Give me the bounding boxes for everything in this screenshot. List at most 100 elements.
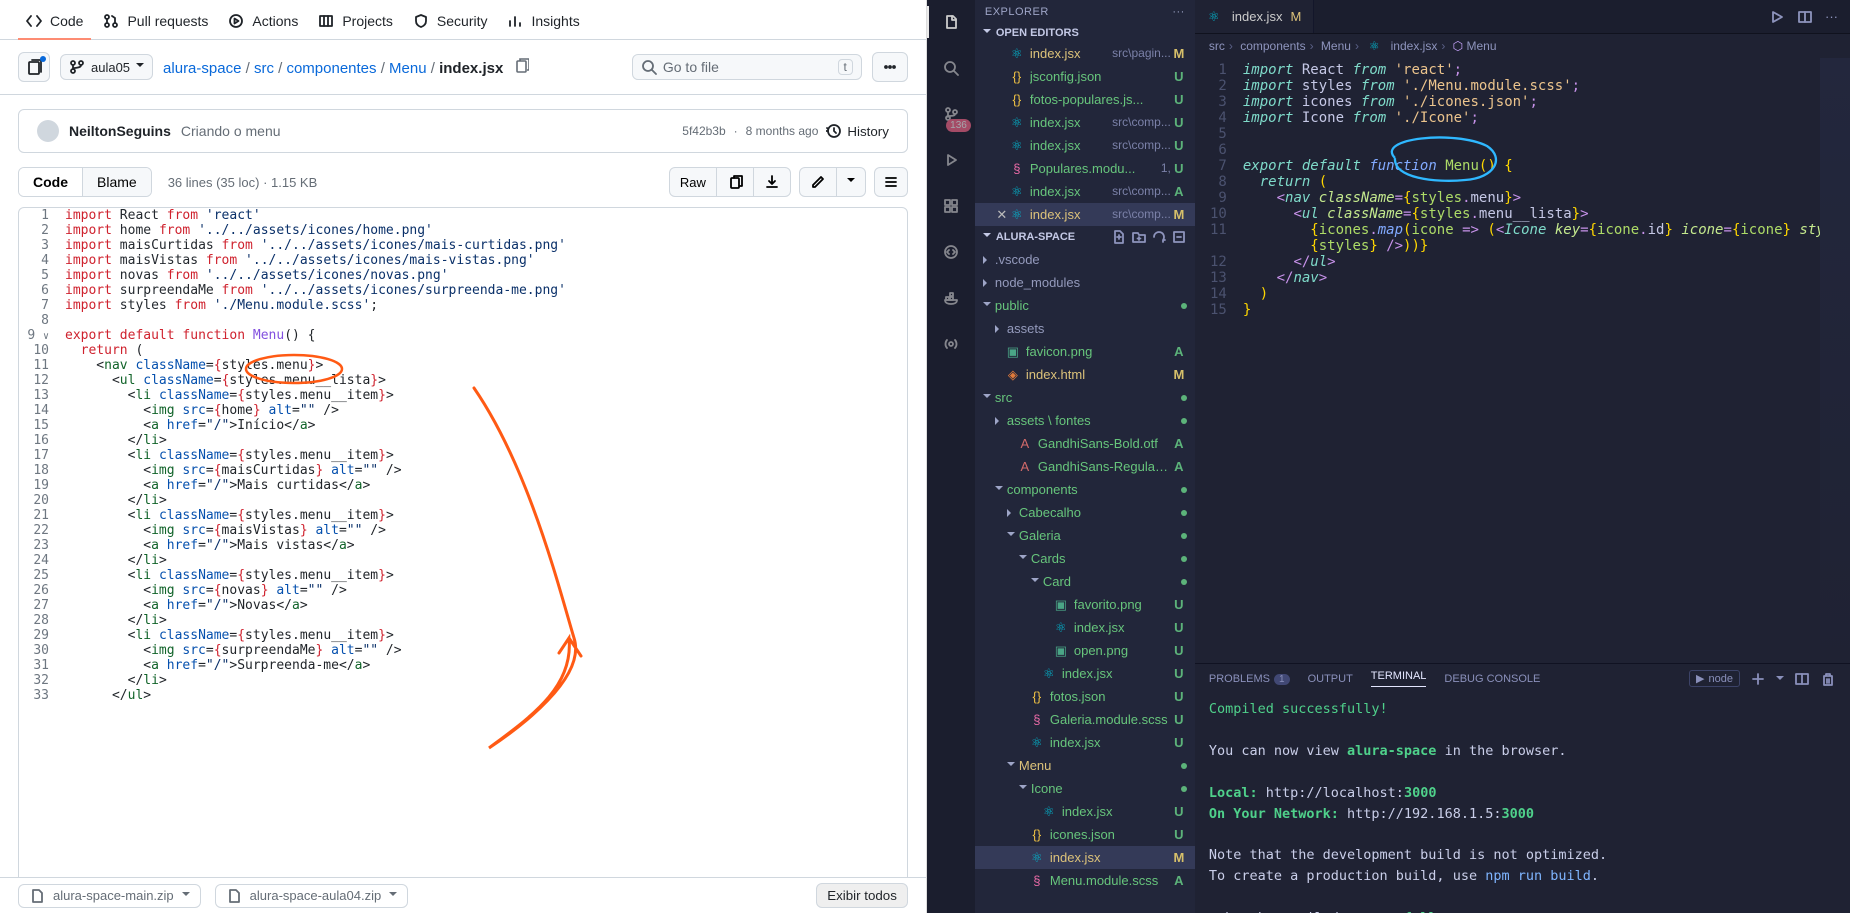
split-icon[interactable] xyxy=(1797,9,1813,25)
new-file-icon[interactable] xyxy=(1111,229,1127,245)
symbols-button[interactable] xyxy=(874,167,908,197)
tree-file[interactable]: ⚛index.jsxU xyxy=(975,731,1195,754)
tree-file[interactable]: ⚛index.jsxU xyxy=(975,800,1195,823)
tree-file[interactable]: AGandhiSans-Regular....A xyxy=(975,455,1195,478)
remote-activity[interactable] xyxy=(937,238,965,266)
breadcrumb-part[interactable]: componentes xyxy=(286,60,376,77)
output-tab[interactable]: OUTPUT xyxy=(1308,673,1353,685)
terminal-output[interactable]: Compiled successfully! You can now view … xyxy=(1195,693,1850,913)
more-button[interactable] xyxy=(872,52,908,82)
run-icon[interactable] xyxy=(1769,9,1785,25)
more-icon[interactable]: ··· xyxy=(1172,6,1185,18)
edit-button[interactable] xyxy=(800,168,836,196)
tree-file[interactable]: ▣favicon.pngA xyxy=(975,340,1195,363)
open-editor-item[interactable]: ⚛index.jsxsrc\comp...U xyxy=(975,111,1195,134)
tree-file[interactable]: ⚛index.jsxU xyxy=(975,616,1195,639)
open-editor-item[interactable]: ⚛index.jsxsrc\pagin...M xyxy=(975,42,1195,65)
tree-folder[interactable]: Cards xyxy=(975,547,1195,570)
copy-button[interactable] xyxy=(716,168,753,196)
download-button[interactable] xyxy=(753,168,790,196)
show-all-downloads[interactable]: Exibir todos xyxy=(816,883,908,908)
tree-file[interactable]: {}fotos.jsonU xyxy=(975,685,1195,708)
tree-folder[interactable]: assets xyxy=(975,317,1195,340)
live-activity[interactable] xyxy=(937,330,965,358)
split-terminal-icon[interactable] xyxy=(1794,671,1810,687)
download-chip[interactable]: alura-space-main.zip xyxy=(18,884,201,908)
repo-tab-security[interactable]: Security xyxy=(405,13,496,39)
breadcrumb-part[interactable]: src xyxy=(254,60,274,77)
tree-file[interactable]: ⚛index.jsxU xyxy=(975,662,1195,685)
tree-folder[interactable]: src xyxy=(975,386,1195,409)
minimap[interactable] xyxy=(1820,58,1850,663)
sidebar-toggle[interactable] xyxy=(18,52,50,82)
tree-folder[interactable]: public xyxy=(975,294,1195,317)
terminal-tab[interactable]: TERMINAL xyxy=(1371,670,1427,687)
edit-dropdown[interactable] xyxy=(836,168,865,196)
tree-file[interactable]: ⚛index.jsxM xyxy=(975,846,1195,869)
tree-folder[interactable]: Cabecalho xyxy=(975,501,1195,524)
breadcrumb-part[interactable]: Menu xyxy=(389,60,427,77)
scm-activity[interactable]: 136 xyxy=(937,100,965,128)
tree-folder[interactable]: components xyxy=(975,478,1195,501)
refresh-icon[interactable] xyxy=(1151,229,1167,245)
terminal-profile[interactable]: ▶ node xyxy=(1689,670,1740,687)
tree-folder[interactable]: Card xyxy=(975,570,1195,593)
open-editor-item[interactable]: {}jsconfig.jsonU xyxy=(975,65,1195,88)
commit-sha[interactable]: 5f42b3b xyxy=(682,124,725,138)
tree-file[interactable]: AGandhiSans-Bold.otfA xyxy=(975,432,1195,455)
open-editor-item[interactable]: ⚛index.jsxsrc\comp...U xyxy=(975,134,1195,157)
tree-folder[interactable]: Icone xyxy=(975,777,1195,800)
breadcrumb-repo[interactable]: alura-space xyxy=(163,60,241,77)
download-chip[interactable]: alura-space-aula04.zip xyxy=(215,884,409,908)
search-activity[interactable] xyxy=(937,54,965,82)
tree-folder[interactable]: node_modules xyxy=(975,271,1195,294)
tree-file[interactable]: ◈index.htmlM xyxy=(975,363,1195,386)
terminal-dropdown[interactable] xyxy=(1776,673,1784,685)
repo-tab-actions[interactable]: Actions xyxy=(220,13,306,39)
blame-tab[interactable]: Blame xyxy=(83,168,151,196)
new-terminal-icon[interactable] xyxy=(1750,671,1766,687)
tree-file[interactable]: ▣favorito.pngU xyxy=(975,593,1195,616)
repo-tab-projects[interactable]: Projects xyxy=(310,13,401,39)
tree-file[interactable]: §Menu.module.scssA xyxy=(975,869,1195,892)
editor-tab[interactable]: ⚛ index.jsx M xyxy=(1195,0,1314,33)
commit-author[interactable]: NeiltonSeguins xyxy=(69,123,171,139)
history-button[interactable]: History xyxy=(826,123,888,139)
copy-path-icon[interactable] xyxy=(513,57,529,73)
new-folder-icon[interactable] xyxy=(1131,229,1147,245)
open-editors-section[interactable]: OPEN EDITORS xyxy=(975,24,1195,42)
go-to-file-input[interactable]: Go to file t xyxy=(632,54,862,80)
problems-tab[interactable]: PROBLEMS1 xyxy=(1209,673,1290,685)
open-editor-item[interactable]: ⚛index.jsxsrc\comp...A xyxy=(975,180,1195,203)
repo-tab-code[interactable]: Code xyxy=(18,13,91,39)
open-editor-item[interactable]: §Populares.modu...1,U xyxy=(975,157,1195,180)
tree-file[interactable]: ▣open.pngU xyxy=(975,639,1195,662)
repo-tab-insights[interactable]: Insights xyxy=(499,13,587,39)
collapse-icon[interactable] xyxy=(1171,229,1187,245)
tree-folder[interactable]: Menu xyxy=(975,754,1195,777)
tree-folder[interactable]: .vscode xyxy=(975,248,1195,271)
explorer-activity[interactable] xyxy=(937,8,965,36)
kill-terminal-icon[interactable] xyxy=(1820,671,1836,687)
debug-console-tab[interactable]: DEBUG CONSOLE xyxy=(1444,673,1540,685)
more-icon[interactable]: ··· xyxy=(1825,9,1838,24)
extensions-activity[interactable] xyxy=(937,192,965,220)
code-view[interactable]: 1import React from 'react'2import home f… xyxy=(18,207,908,903)
repo-tab-pull-requests[interactable]: Pull requests xyxy=(95,13,216,39)
docker-activity[interactable] xyxy=(937,284,965,312)
project-section[interactable]: ALURA-SPACE xyxy=(975,226,1195,248)
code-tab[interactable]: Code xyxy=(19,168,83,196)
editor-breadcrumb[interactable]: src› components› Menu› ⚛ index.jsx› ⬡ Me… xyxy=(1195,34,1850,58)
tree-file[interactable]: {}icones.jsonU xyxy=(975,823,1195,846)
raw-button[interactable]: Raw xyxy=(670,168,716,196)
open-editor-item[interactable]: ✕⚛index.jsxsrc\comp...M xyxy=(975,203,1195,226)
commit-message[interactable]: Criando o menu xyxy=(181,123,281,139)
open-editor-item[interactable]: {}fotos-populares.js...U xyxy=(975,88,1195,111)
tree-folder[interactable]: Galeria xyxy=(975,524,1195,547)
run-activity[interactable] xyxy=(937,146,965,174)
branch-select[interactable]: aula05 xyxy=(60,54,153,80)
avatar[interactable] xyxy=(37,120,59,142)
tree-folder[interactable]: assets \ fontes xyxy=(975,409,1195,432)
code-editor[interactable]: 1import React from 'react';2import style… xyxy=(1195,58,1850,663)
tree-file[interactable]: §Galeria.module.scssU xyxy=(975,708,1195,731)
